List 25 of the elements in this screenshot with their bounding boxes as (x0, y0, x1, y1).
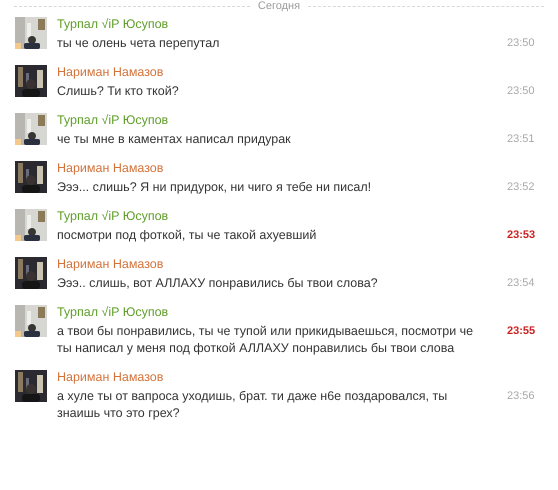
author-name[interactable]: Нариман Намазов (57, 370, 477, 384)
message-time: 23:55 (507, 325, 536, 339)
message-time: 23:50 (507, 85, 535, 99)
author-name[interactable]: Нариман Намазов (57, 257, 477, 271)
date-divider: Сегодня (258, 0, 300, 12)
author-name[interactable]: Нариман Намазов (57, 161, 477, 175)
message-time: 23:54 (507, 277, 535, 291)
message-text: Эээ.. слишь, вот АЛЛАХУ понравились бы твои слова? (57, 275, 379, 292)
message-time: 23:53 (507, 229, 536, 243)
message-text: а твои бы понравились, ты че тупой или прикидываешься, посмотри че ты написал у меня под фоткой АЛЛАХУ понравились бы твои слова (57, 323, 474, 357)
message-text: а хуле ты от вапроса уходишь, брат. ти даже н6е поздаровался, ты знаишь что это грех? (57, 388, 448, 422)
message-time: 23:51 (507, 133, 535, 147)
author-name[interactable]: Нариман Намазов (57, 65, 477, 79)
message-time: 23:50 (507, 37, 535, 51)
message-text: посмотри под фоткой, ты че такой ахуевший (57, 227, 318, 244)
message-time: 23:56 (507, 390, 535, 404)
author-name[interactable]: Турпал √iP Юсупов (57, 113, 477, 127)
author-name[interactable]: Турпал √iP Юсупов (57, 17, 477, 31)
author-name[interactable]: Турпал √iP Юсупов (57, 209, 477, 223)
message-text: ты че олень чета перепутал (57, 35, 220, 52)
message-text: Эээ... слишь? Я ни придурок, ни чиго я тебе ни писал! (57, 179, 372, 196)
message-time: 23:52 (507, 181, 535, 195)
message-text: че ты мне в каментах написал придурак (57, 131, 292, 148)
author-name[interactable]: Турпал √iP Юсупов (57, 305, 477, 319)
message-text: Слишь? Ти кто ткой? (57, 83, 180, 100)
